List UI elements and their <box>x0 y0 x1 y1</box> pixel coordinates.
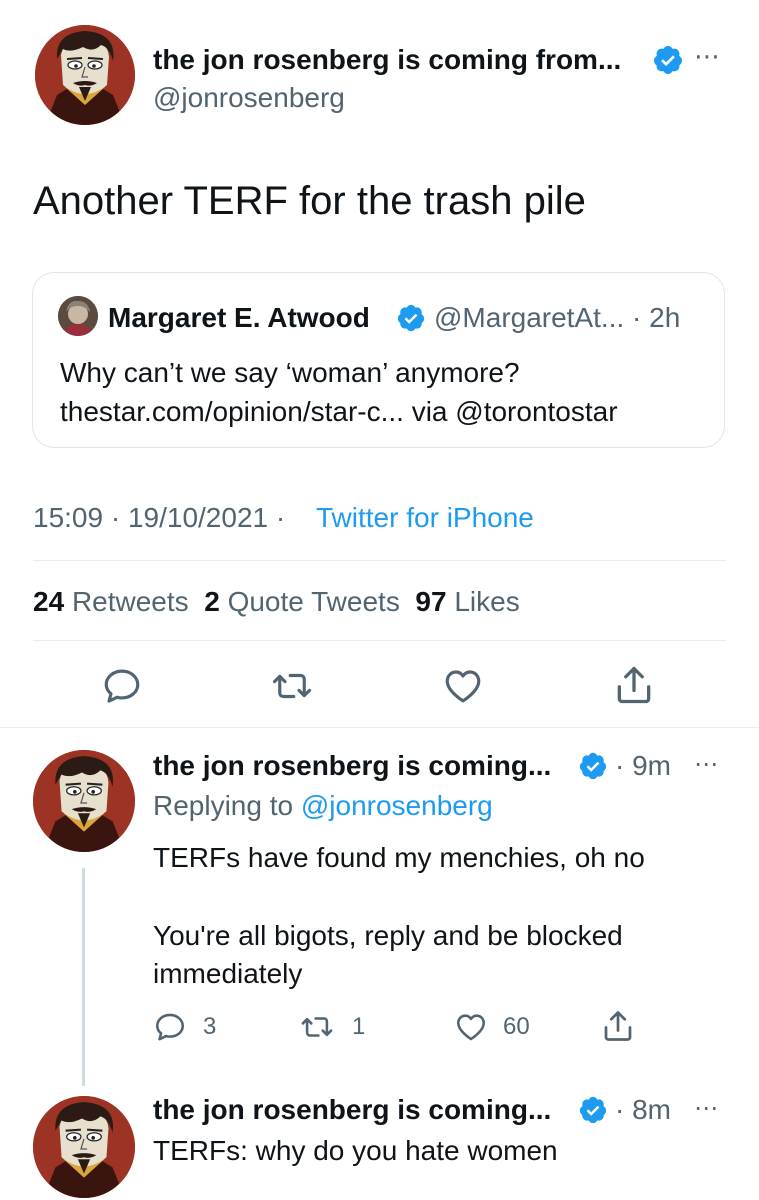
reply-icon[interactable] <box>101 665 143 707</box>
divider <box>33 640 726 641</box>
quoted-text-line-2[interactable]: thestar.com/opinion/star-c... via @toron… <box>60 394 618 430</box>
reply-icon[interactable] <box>153 1010 187 1044</box>
share-icon[interactable] <box>612 663 656 707</box>
retweets-count: 24 <box>33 586 65 617</box>
retweets-stat[interactable]: 24 Retweets <box>33 586 189 617</box>
divider <box>33 560 726 561</box>
quoted-verified-badge-icon <box>396 303 426 333</box>
reply-1-text-line-3: immediately <box>153 958 303 989</box>
verified-badge-icon <box>578 1095 608 1125</box>
replying-to-handle[interactable]: @jonrosenberg <box>301 790 493 821</box>
tweet-timestamp[interactable]: 15:09 · 19/10/2021 · <box>33 500 285 536</box>
tweet-source-link[interactable]: Twitter for iPhone <box>316 500 534 536</box>
quoted-text-line-1: Why can’t we say ‘woman’ anymore? <box>60 357 520 388</box>
quotes-stat[interactable]: 2 Quote Tweets <box>204 586 400 617</box>
retweets-label: Retweets <box>71 586 189 617</box>
quotes-count: 2 <box>204 586 220 617</box>
main-author-name[interactable]: the jon rosenberg is coming from... <box>153 42 621 78</box>
retweet-icon[interactable] <box>271 665 313 707</box>
replying-to-label: Replying to <box>153 790 294 821</box>
more-icon[interactable]: ⋯ <box>694 43 721 69</box>
heart-icon[interactable] <box>442 665 484 707</box>
reply-2-avatar[interactable] <box>33 1096 135 1198</box>
reply-1-retweet-count: 1 <box>352 1013 366 1040</box>
reply-1-text-line-1: TERFs have found my menchies, oh no <box>153 842 645 873</box>
quoted-author-avatar <box>58 296 98 336</box>
reply-1-replying-to: Replying to @jonrosenberg <box>153 788 493 824</box>
more-icon[interactable]: ⋯ <box>694 753 718 777</box>
likes-stat[interactable]: 97 Likes <box>415 586 519 617</box>
verified-badge-icon <box>652 44 684 76</box>
quoted-author-name[interactable]: Margaret E. Atwood <box>108 300 370 336</box>
reply-1-time[interactable]: · 9m <box>615 748 671 784</box>
quotes-label: Quote Tweets <box>227 586 400 617</box>
reply-1-author-name[interactable]: the jon rosenberg is coming... <box>153 748 551 784</box>
reply-2-author-name[interactable]: the jon rosenberg is coming... <box>153 1092 551 1128</box>
divider <box>0 727 759 728</box>
main-author-avatar[interactable] <box>35 25 135 125</box>
verified-badge-icon <box>578 751 608 781</box>
retweet-icon[interactable] <box>299 1010 335 1044</box>
reply-2-time[interactable]: · 8m <box>615 1092 671 1128</box>
likes-count: 97 <box>415 586 447 617</box>
reply-1-avatar[interactable] <box>33 750 135 852</box>
share-icon[interactable] <box>600 1008 636 1044</box>
reply-1-reply-count: 3 <box>203 1013 217 1040</box>
main-author-handle[interactable]: @jonrosenberg <box>153 80 345 116</box>
likes-label: Likes <box>454 586 520 617</box>
reply-1-like-count: 60 <box>503 1013 530 1040</box>
reply-2-text-line-1: TERFs: why do you hate women <box>153 1135 558 1166</box>
tweet-stats: 24 Retweets 2 Quote Tweets 97 Likes <box>33 584 520 620</box>
quoted-handle-time: @MargaretAt... · 2h <box>434 302 681 333</box>
main-tweet-text: Another TERF for the trash pile <box>33 179 586 223</box>
reply-1-text-line-2: You're all bigots, reply and be blocked <box>153 920 623 951</box>
more-icon[interactable]: ⋯ <box>694 1097 718 1121</box>
heart-icon[interactable] <box>453 1010 489 1044</box>
thread-line <box>82 868 85 1086</box>
